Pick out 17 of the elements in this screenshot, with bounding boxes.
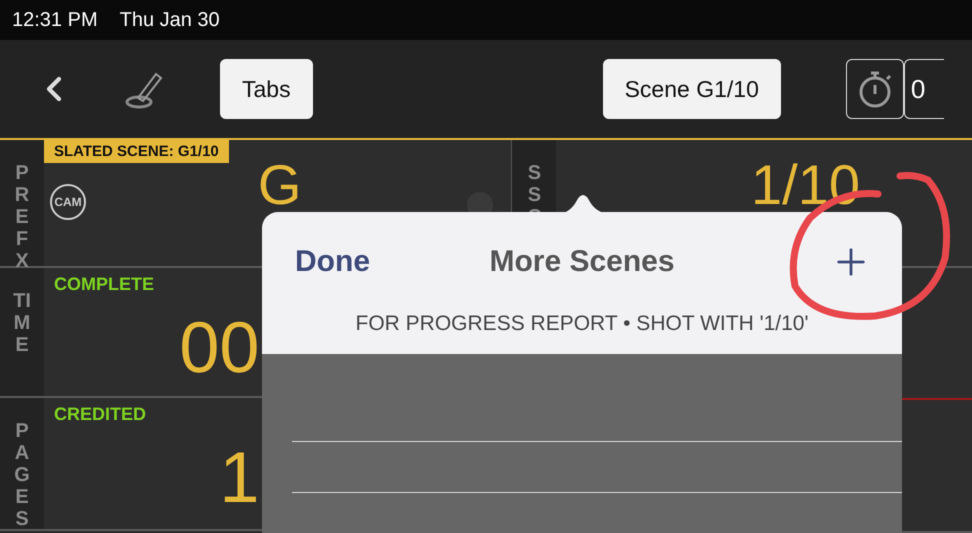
field-value: G	[258, 157, 302, 213]
popover-subtitle: FOR PROGRESS REPORT • SHOT WITH '1/10'	[354, 312, 810, 337]
status-label: CREDITED	[54, 404, 146, 425]
cam-badge: CAM	[50, 184, 86, 220]
field-label: TIME	[12, 290, 32, 358]
scene-button[interactable]: Scene G1/10	[602, 59, 781, 119]
field-label: PREFX	[14, 162, 30, 266]
field-value: 00	[179, 312, 260, 384]
status-date: Thu Jan 30	[120, 8, 220, 32]
field-value: 1	[219, 442, 260, 514]
tabs-button[interactable]: Tabs	[220, 59, 313, 119]
timer-button[interactable]	[846, 59, 904, 119]
status-label: COMPLETE	[54, 274, 154, 295]
slated-scene-badge: SLATED SCENE: G1/10	[44, 140, 229, 163]
field-label: PAGES	[13, 420, 31, 529]
timer-field[interactable]: 0	[904, 59, 944, 119]
status-time: 12:31 PM	[12, 8, 98, 32]
